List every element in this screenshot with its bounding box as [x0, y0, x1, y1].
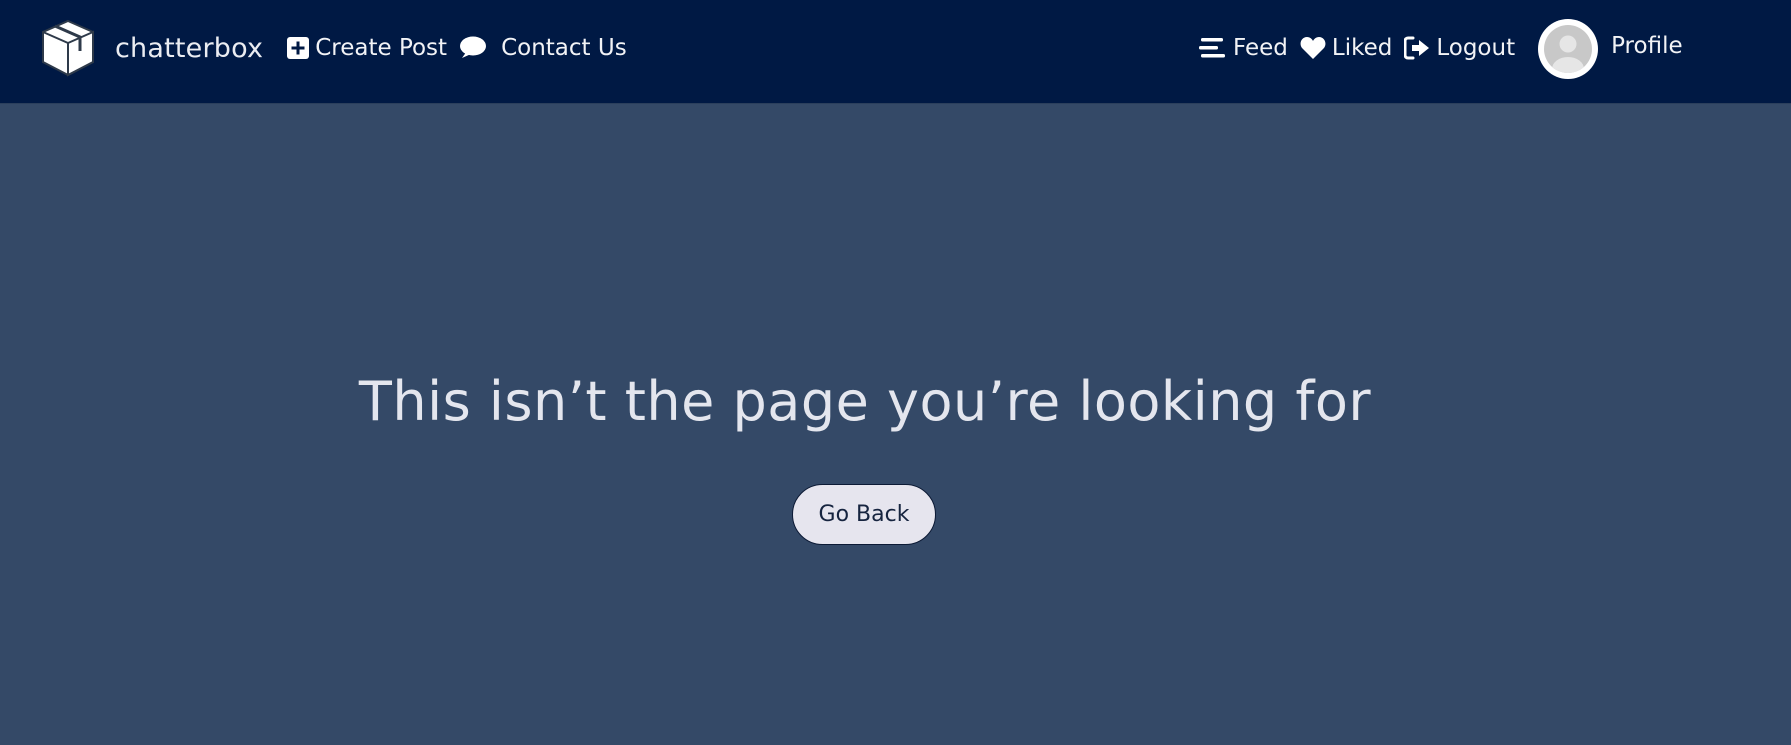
- user-avatar-icon: [1538, 19, 1599, 79]
- liked-label: Liked: [1331, 35, 1393, 61]
- sign-out-icon: [1404, 36, 1430, 60]
- create-post-link[interactable]: Create Post: [287, 35, 447, 61]
- logout-label: Logout: [1436, 35, 1516, 61]
- logout-link[interactable]: Logout: [1404, 35, 1515, 61]
- brand-link[interactable]: chatterbox: [38, 18, 263, 78]
- contact-us-link[interactable]: Contact Us: [459, 35, 627, 61]
- feed-link[interactable]: Feed: [1199, 35, 1288, 61]
- bars-icon: [1199, 37, 1225, 59]
- speech-bubble-icon: [459, 36, 487, 60]
- create-post-label: Create Post: [315, 35, 448, 61]
- contact-us-label: Contact Us: [501, 35, 627, 61]
- profile-link[interactable]: Profile: [1538, 17, 1683, 79]
- navbar-left-group: chatterbox Create Post Contact Us: [38, 0, 627, 96]
- feed-label: Feed: [1233, 35, 1288, 61]
- plus-square-icon: [287, 37, 310, 59]
- liked-link[interactable]: Liked: [1300, 35, 1392, 61]
- box-icon: [38, 18, 98, 78]
- navbar-right-group: Feed Liked Logout Profile: [1199, 0, 1683, 96]
- page-title: This isn’t the page you’re looking for: [358, 370, 1372, 433]
- top-navbar: chatterbox Create Post Contact Us Feed L…: [0, 0, 1791, 104]
- heart-icon: [1300, 36, 1326, 60]
- go-back-button[interactable]: Go Back: [792, 484, 936, 545]
- brand-name: chatterbox: [115, 32, 264, 64]
- profile-label: Profile: [1611, 33, 1683, 59]
